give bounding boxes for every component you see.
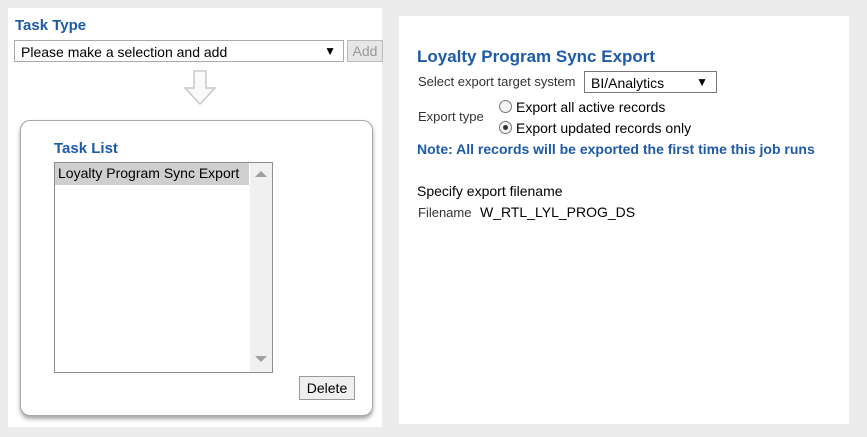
radio-unchecked-icon[interactable] [499, 99, 512, 113]
export-type-label: Export type [418, 109, 484, 124]
export-note: Note: All records will be exported the f… [417, 141, 815, 157]
task-list-container: Task List Loyalty Program Sync Export De… [20, 120, 373, 416]
task-type-select-value: Please make a selection and add [21, 44, 228, 60]
dropdown-arrow-icon: ▼ [324, 44, 336, 58]
scroll-up-icon[interactable] [255, 171, 267, 177]
task-panel: Task Type Please make a selection and ad… [8, 8, 383, 427]
radio-export-updated-label: Export updated records only [516, 120, 692, 136]
filename-heading: Specify export filename [417, 183, 563, 199]
task-type-select[interactable]: Please make a selection and add ▼ [14, 40, 344, 62]
list-item[interactable]: Loyalty Program Sync Export [55, 163, 249, 185]
task-listbox[interactable]: Loyalty Program Sync Export [54, 162, 273, 373]
list-item-label: Loyalty Program Sync Export [58, 165, 240, 181]
filename-label: Filename [418, 205, 472, 220]
delete-button[interactable]: Delete [299, 376, 355, 400]
target-system-value: BI/Analytics [591, 75, 665, 91]
target-system-select[interactable]: BI/Analytics ▼ [584, 71, 717, 93]
export-settings: Loyalty Program Sync Export Select expor… [399, 16, 849, 424]
task-list-heading: Task List [54, 140, 118, 157]
radio-export-all[interactable]: Export all active records [499, 99, 665, 115]
export-panel: Loyalty Program Sync Export Select expor… [391, 8, 857, 432]
add-button[interactable]: Add [347, 40, 383, 62]
dropdown-arrow-icon: ▼ [696, 75, 708, 89]
export-title: Loyalty Program Sync Export [417, 47, 656, 66]
filename-value: W_RTL_LYL_PROG_DS [480, 204, 636, 220]
target-system-label: Select export target system [418, 74, 576, 89]
down-arrow-icon [183, 70, 217, 106]
listbox-scrollbar[interactable] [250, 163, 272, 372]
task-type-heading: Task Type [15, 17, 87, 34]
scroll-down-icon[interactable] [255, 356, 267, 362]
radio-export-all-label: Export all active records [516, 99, 666, 115]
radio-export-updated[interactable]: Export updated records only [499, 120, 691, 136]
radio-checked-icon[interactable] [499, 120, 512, 134]
